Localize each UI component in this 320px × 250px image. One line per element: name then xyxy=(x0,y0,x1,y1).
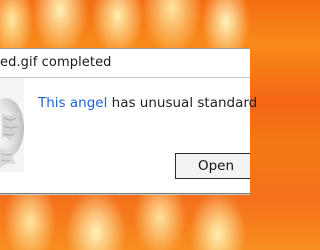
message-accent: This angel xyxy=(38,95,108,111)
angel-thumbnail-icon xyxy=(0,78,24,172)
open-button[interactable]: Open xyxy=(175,153,250,179)
dialog-message: This angel has unusual standard xyxy=(38,95,257,111)
dialog-title: ed.gif completed xyxy=(0,55,112,70)
dialog-titlebar[interactable]: ed.gif completed xyxy=(0,49,250,78)
download-complete-dialog: ed.gif completed This angel has unusual … xyxy=(0,48,257,194)
message-text: has unusual standard xyxy=(107,95,258,111)
